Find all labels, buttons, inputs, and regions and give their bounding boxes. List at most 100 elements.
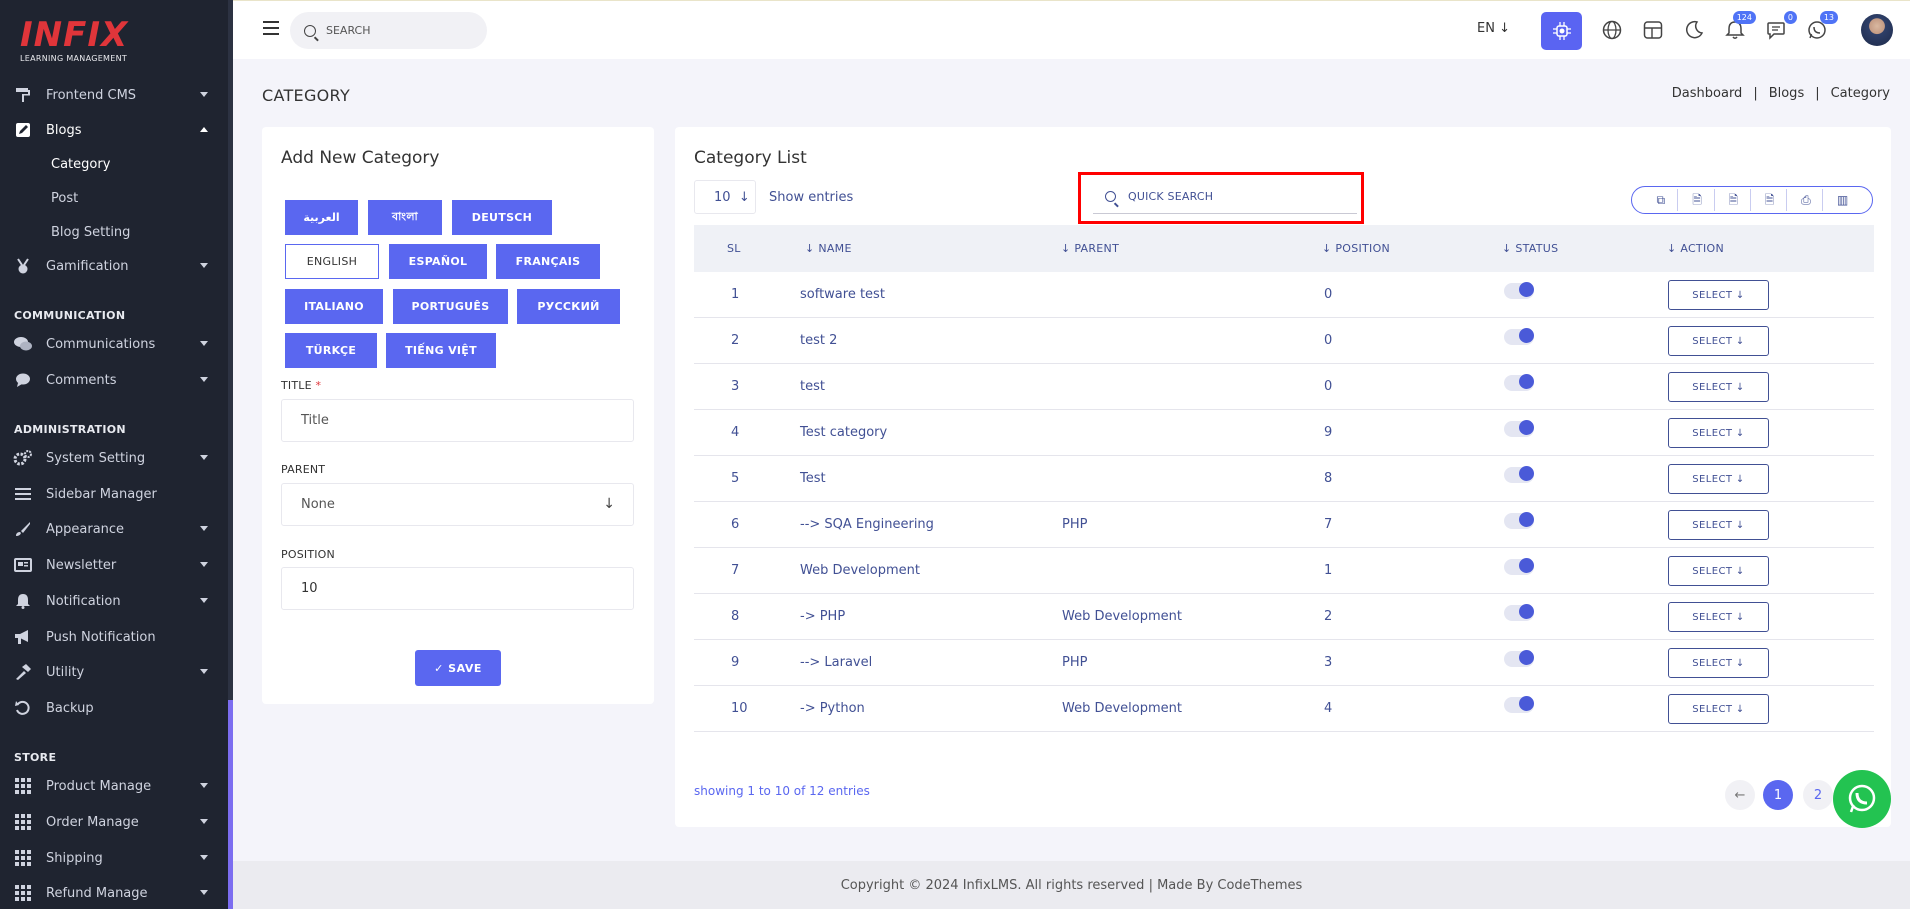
select-action-button[interactable]: SELECT ↓ (1668, 694, 1769, 724)
sidebar-item-order-manage[interactable]: Order Manage (0, 807, 228, 837)
select-action-button[interactable]: SELECT ↓ (1668, 280, 1769, 310)
sidebar-item-newsletter[interactable]: Newsletter (0, 550, 228, 580)
status-toggle[interactable] (1504, 466, 1534, 483)
status-toggle[interactable] (1504, 696, 1534, 713)
whatsapp-chat-icon[interactable]: 13 (1805, 11, 1838, 42)
lang-tab-tieng-viet[interactable]: TIẾNG VIỆT (386, 333, 496, 368)
user-avatar[interactable] (1861, 14, 1893, 46)
lang-tab-francais[interactable]: FRANÇAIS (496, 244, 600, 279)
layout-icon[interactable] (1641, 18, 1665, 42)
sidebar-subitem-post[interactable]: Post (51, 191, 78, 206)
notification-bell-icon[interactable]: 124 (1723, 11, 1756, 42)
sidebar-scrollbar[interactable] (228, 0, 233, 909)
required-asterisk: * (315, 379, 322, 392)
sidebar-item-backup[interactable]: Backup (0, 693, 228, 723)
title-input[interactable]: Title (281, 399, 634, 442)
menu-toggle-icon[interactable] (263, 21, 279, 35)
csv-file-icon[interactable]: 🗎 (1681, 189, 1715, 211)
select-action-button[interactable]: SELECT ↓ (1668, 464, 1769, 494)
section-administration: ADMINISTRATION (14, 423, 126, 436)
page-1-button[interactable]: 1 (1763, 780, 1793, 810)
select-action-button[interactable]: SELECT ↓ (1668, 326, 1769, 356)
parent-select[interactable]: None ↓ (281, 483, 634, 526)
position-input[interactable]: 10 (281, 567, 634, 610)
status-toggle[interactable] (1504, 650, 1534, 667)
sidebar-item-blogs[interactable]: Blogs (0, 115, 228, 145)
lang-tab-bangla[interactable]: বাংলা (368, 200, 442, 235)
column-action[interactable]: ↓ ACTION (1667, 242, 1724, 255)
chip-icon[interactable] (1541, 12, 1582, 50)
sidebar-item-refund-manage[interactable]: Refund Manage (0, 878, 228, 908)
sidebar-item-utility[interactable]: Utility (0, 657, 228, 687)
page-2-button[interactable]: 2 (1803, 780, 1833, 810)
lang-tab-deutsch[interactable]: DEUTSCH (452, 200, 552, 235)
select-action-button[interactable]: SELECT ↓ (1668, 648, 1769, 678)
excel-file-icon[interactable]: 🗎 (1717, 189, 1751, 211)
breadcrumb-dashboard[interactable]: Dashboard (1672, 86, 1743, 101)
columns-icon[interactable]: ▥ (1826, 189, 1860, 211)
sidebar-subitem-category[interactable]: Category (51, 157, 110, 172)
chevron-down-icon (200, 783, 208, 788)
notification-count-badge: 124 (1732, 11, 1756, 24)
sidebar-item-shipping[interactable]: Shipping (0, 843, 228, 873)
select-action-button[interactable]: SELECT ↓ (1668, 510, 1769, 540)
entries-select[interactable]: 10 ↓ (694, 180, 756, 214)
row-position: 8 (1324, 471, 1333, 486)
sidebar-item-gamification[interactable]: Gamification (0, 251, 228, 281)
row-sl: 1 (731, 287, 740, 302)
chevron-down-icon (200, 562, 208, 567)
select-action-button[interactable]: SELECT ↓ (1668, 602, 1769, 632)
sidebar-item-appearance[interactable]: Appearance (0, 514, 228, 544)
breadcrumb-blogs[interactable]: Blogs (1769, 86, 1805, 101)
status-toggle[interactable] (1504, 374, 1534, 391)
status-toggle[interactable] (1504, 604, 1534, 621)
sidebar-item-comments[interactable]: Comments (0, 365, 228, 395)
status-toggle[interactable] (1504, 282, 1534, 299)
message-icon[interactable]: 0 (1764, 11, 1797, 42)
select-action-button[interactable]: SELECT ↓ (1668, 556, 1769, 586)
column-sl[interactable]: SL (727, 242, 741, 255)
column-parent[interactable]: ↓ PARENT (1061, 242, 1119, 255)
column-position[interactable]: ↓ POSITION (1322, 242, 1390, 255)
language-selector[interactable]: EN ↓ (1477, 21, 1510, 36)
status-toggle[interactable] (1504, 328, 1534, 345)
save-button[interactable]: ✓ SAVE (415, 650, 501, 686)
sidebar-item-notification[interactable]: Notification (0, 586, 228, 616)
lang-tab-english[interactable]: ENGLISH (285, 244, 379, 279)
sidebar-item-label: Frontend CMS (46, 87, 137, 103)
app-logo[interactable]: INFIX LEARNING MANAGEMENT (20, 18, 128, 63)
copy-icon[interactable]: ⧉ (1644, 189, 1679, 211)
sidebar-item-push-notification[interactable]: Push Notification (0, 622, 228, 652)
previous-page-button[interactable]: ← (1725, 780, 1755, 810)
lang-tab-portugues[interactable]: PORTUGUÊS (393, 289, 508, 324)
gears-icon (13, 450, 33, 466)
lang-tab-arabic[interactable]: العربية (285, 200, 358, 235)
row-parent: PHP (1062, 517, 1088, 532)
select-action-button[interactable]: SELECT ↓ (1668, 418, 1769, 448)
lang-tab-turkce[interactable]: TÜRKÇE (285, 333, 377, 368)
column-status[interactable]: ↓ STATUS (1502, 242, 1558, 255)
moon-icon[interactable] (1682, 18, 1706, 42)
column-name[interactable]: ↓ NAME (805, 242, 852, 255)
sidebar-item-label: Shipping (46, 850, 103, 866)
lang-tab-russian[interactable]: РУССКИЙ (517, 289, 620, 324)
pdf-file-icon[interactable]: 🗎 (1753, 189, 1788, 211)
table-row: 5 Test 8 SELECT ↓ (694, 456, 1874, 502)
status-toggle[interactable] (1504, 420, 1534, 437)
sidebar-item-sidebar-manager[interactable]: Sidebar Manager (0, 479, 228, 509)
print-icon[interactable]: ⎙ (1789, 189, 1824, 211)
status-toggle[interactable] (1504, 558, 1534, 575)
global-search-input[interactable]: SEARCH (290, 12, 487, 49)
select-action-button[interactable]: SELECT ↓ (1668, 372, 1769, 402)
status-toggle[interactable] (1504, 512, 1534, 529)
sidebar-subitem-blog-setting[interactable]: Blog Setting (51, 225, 130, 240)
globe-icon[interactable] (1600, 18, 1624, 42)
lang-tab-espanol[interactable]: ESPAÑOL (389, 244, 487, 279)
lang-tab-italiano[interactable]: ITALIANO (285, 289, 383, 324)
sidebar-item-frontend-cms[interactable]: Frontend CMS (0, 80, 228, 110)
sidebar-item-system-setting[interactable]: System Setting (0, 443, 228, 473)
whatsapp-icon[interactable] (1833, 770, 1891, 828)
sidebar-item-communications[interactable]: Communications (0, 329, 228, 359)
row-position: 0 (1324, 333, 1333, 348)
sidebar-item-product-manage[interactable]: Product Manage (0, 771, 228, 801)
